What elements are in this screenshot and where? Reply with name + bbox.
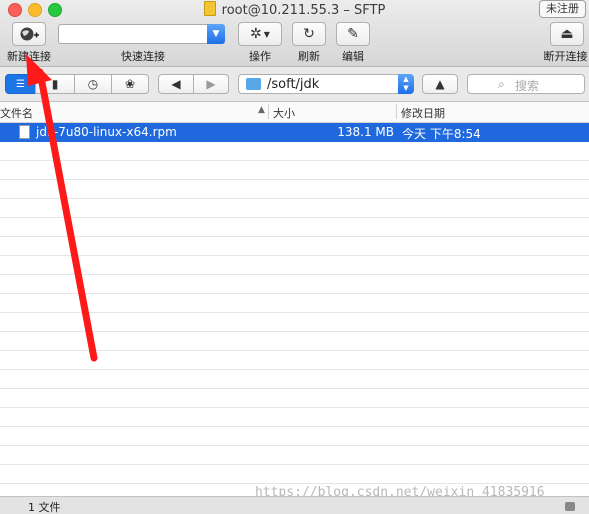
current-path: /soft/jdk	[267, 77, 320, 92]
column-divider[interactable]	[396, 104, 397, 119]
new-connection-label: 新建连接	[7, 50, 51, 63]
bookmarks-view-button[interactable]: ▮	[35, 74, 75, 94]
empty-row	[0, 256, 589, 275]
quick-connect-input[interactable]	[58, 24, 208, 44]
column-header-size[interactable]: 大小	[273, 105, 295, 121]
window-toolbar: root@10.211.55.3 – SFTP 未注册 新建连接 ▼ 快速连接 …	[0, 0, 589, 67]
file-count: 1 文件	[28, 501, 61, 514]
eject-icon: ⏏	[560, 26, 574, 42]
document-icon	[203, 1, 216, 16]
disconnect-label: 断开连接	[543, 50, 588, 63]
sftp-window: root@10.211.55.3 – SFTP 未注册 新建连接 ▼ 快速连接 …	[0, 0, 589, 514]
file-name: jdk-7u80-linux-x64.rpm	[36, 125, 177, 139]
globe-plus-icon	[20, 27, 39, 41]
chevron-down-icon: ▼	[212, 29, 220, 39]
bonjour-view-button[interactable]: ❀	[111, 74, 149, 94]
browser-view-button[interactable]: ☰	[5, 74, 36, 94]
empty-row	[0, 161, 589, 180]
search-icon: ⌕	[498, 77, 505, 91]
empty-row	[0, 313, 589, 332]
column-header-name[interactable]: 文件名	[0, 105, 33, 121]
path-select[interactable]: /soft/jdk ▲ ▼	[238, 74, 414, 94]
window-title: root@10.211.55.3 – SFTP	[0, 1, 589, 18]
action-label: 操作	[249, 50, 271, 63]
forward-arrow-icon: ▶	[206, 77, 216, 91]
up-arrow-icon: ▲	[435, 77, 445, 91]
empty-row	[0, 427, 589, 446]
search-placeholder: 搜索	[515, 79, 540, 93]
refresh-icon: ↻	[303, 26, 315, 42]
new-connection-button[interactable]	[12, 22, 46, 46]
empty-row	[0, 199, 589, 218]
column-header-modified[interactable]: 修改日期	[401, 105, 445, 121]
column-headers: 文件名 ▲ 大小 修改日期	[0, 102, 589, 123]
empty-row	[0, 351, 589, 370]
empty-row	[0, 237, 589, 256]
pencil-icon: ✎	[347, 26, 359, 42]
column-divider[interactable]	[268, 104, 269, 119]
search-input[interactable]: ⌕ 搜索	[467, 74, 585, 94]
empty-row	[0, 465, 589, 484]
empty-row	[0, 218, 589, 237]
up-down-chevron-icon: ▲ ▼	[398, 74, 414, 94]
sort-ascending-icon: ▲	[258, 105, 265, 115]
file-modified: 今天 下午8:54	[402, 127, 481, 141]
disconnect-button[interactable]: ⏏	[550, 22, 584, 46]
quick-connect-label: 快速连接	[121, 50, 165, 63]
empty-row	[0, 142, 589, 161]
empty-row	[0, 180, 589, 199]
status-bar: 1 文件	[0, 496, 589, 514]
path-bar: ☰ ▮ ◷ ❀ ◀ ▶ /soft/jdk ▲ ▼ ▲ ⌕ 搜索	[0, 67, 589, 102]
clock-icon: ◷	[87, 77, 99, 91]
file-list: jdk-7u80-linux-x64.rpm 138.1 MB 今天 下午8:5…	[0, 123, 589, 496]
file-row[interactable]: jdk-7u80-linux-x64.rpm 138.1 MB 今天 下午8:5…	[0, 123, 589, 142]
back-arrow-icon: ◀	[171, 77, 181, 91]
lock-icon	[565, 502, 575, 511]
folder-icon	[246, 78, 261, 90]
quick-connect-dropdown-button[interactable]: ▼	[207, 24, 225, 44]
empty-row	[0, 275, 589, 294]
bookmark-icon: ▮	[51, 77, 59, 91]
action-button[interactable]: ✲ ▼	[238, 22, 282, 46]
file-icon	[19, 125, 30, 139]
unregistered-badge[interactable]: 未注册	[539, 0, 586, 18]
bonjour-icon: ❀	[124, 77, 136, 91]
forward-button[interactable]: ▶	[193, 74, 229, 94]
edit-label: 编辑	[342, 50, 364, 63]
refresh-label: 刷新	[298, 50, 320, 63]
back-button[interactable]: ◀	[158, 74, 194, 94]
empty-row	[0, 408, 589, 427]
empty-row	[0, 389, 589, 408]
refresh-button[interactable]: ↻	[292, 22, 326, 46]
history-view-button[interactable]: ◷	[74, 74, 112, 94]
empty-row	[0, 294, 589, 313]
file-size: 138.1 MB	[337, 125, 394, 139]
list-view-icon: ☰	[16, 78, 25, 90]
chevron-down-icon: ▼	[263, 29, 270, 39]
empty-row	[0, 370, 589, 389]
empty-row	[0, 332, 589, 351]
gear-icon: ✲	[250, 26, 262, 42]
parent-folder-button[interactable]: ▲	[422, 74, 458, 94]
edit-button[interactable]: ✎	[336, 22, 370, 46]
empty-row	[0, 446, 589, 465]
